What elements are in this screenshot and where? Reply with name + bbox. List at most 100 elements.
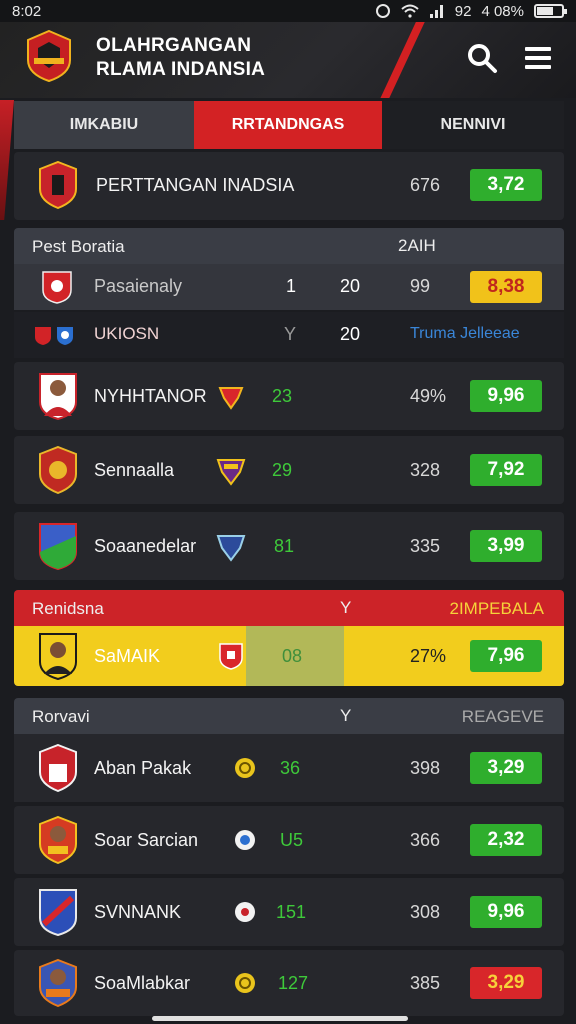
tab-2-active[interactable]: RRTANDNGAS xyxy=(194,101,382,149)
section-right-label: 2IMPEBALA xyxy=(449,599,545,618)
section-title: Renidsna xyxy=(32,599,104,618)
match-row[interactable]: SoaMlabkar 127 385 3,29 xyxy=(14,950,564,1016)
stat: 328 xyxy=(410,460,441,480)
team-crest-icon xyxy=(42,271,72,304)
stat: 308 xyxy=(410,902,441,922)
highlighted-match-row[interactable]: SaMAIK 08 27% 7,96 xyxy=(14,626,564,686)
match-row[interactable]: Aban Pakak 36 398 3,29 xyxy=(14,734,564,802)
team-crest-icon xyxy=(39,161,77,209)
score: 151 xyxy=(276,902,307,922)
team-name: Sennaalla xyxy=(94,460,175,480)
section-mid-label: Y xyxy=(340,598,352,617)
opponent-crest-icon xyxy=(218,387,244,410)
section-right-label: 2AIH xyxy=(398,236,436,255)
col-3: 99 xyxy=(410,276,431,296)
section-title: Rorvavi xyxy=(32,707,90,726)
header-stripe xyxy=(363,22,431,98)
league-row[interactable]: UKIOSN Y 20 Truma Jelleeae xyxy=(14,312,564,358)
section-right-label: REAGEVE xyxy=(461,707,544,726)
do-not-disturb-icon xyxy=(375,4,390,18)
score: 23 xyxy=(272,386,293,406)
globe-icon xyxy=(235,830,255,850)
wifi-icon xyxy=(401,4,419,18)
odds-button[interactable]: 7,92 xyxy=(470,454,542,486)
odds-button[interactable]: 3,29 xyxy=(470,752,542,784)
clock: 8:02 xyxy=(12,2,42,20)
match-row[interactable]: NYHHTANOR 23 49% 9,96 xyxy=(14,362,564,430)
player-avatar-icon xyxy=(39,633,77,680)
score: U5 xyxy=(280,830,304,850)
featured-match-row[interactable]: PERTTANGAN INADSIA 676 3,72 xyxy=(14,152,564,220)
app-logo-icon xyxy=(27,30,71,82)
flag-icon xyxy=(35,327,51,345)
tab-bar: IMKABIU RRTANDNGAS NENNIVI xyxy=(14,101,564,149)
status-bar: 8:02 92 4 08% xyxy=(0,0,576,22)
player-avatar-icon xyxy=(39,816,77,864)
match-row[interactable]: Soar Sarcian U5 366 2,32 xyxy=(14,806,564,874)
section-header-1: Pest Boratia 2AIH xyxy=(14,228,564,264)
match-row[interactable]: Sennaalla 29 328 7,92 xyxy=(14,436,564,504)
match-row[interactable]: SVNNANK 151 308 9,96 xyxy=(14,878,564,946)
app-title-line1: OLAHRGANGAN xyxy=(96,35,252,56)
signal-icon xyxy=(429,5,443,18)
team-crest-icon xyxy=(39,446,77,494)
stat: 398 xyxy=(410,758,441,778)
section-mid-label: Y xyxy=(340,706,352,725)
team-crest-icon xyxy=(39,744,77,792)
tab-3[interactable]: NENNIVI xyxy=(382,101,564,149)
opponent-crest-icon xyxy=(216,459,246,486)
odds-button[interactable]: 7,96 xyxy=(470,640,542,672)
opponent-crest-icon xyxy=(216,535,246,562)
coin-icon xyxy=(235,758,255,778)
opponent-crest-icon xyxy=(219,643,243,670)
section-header-2: Renidsna Y 2IMPEBALA xyxy=(14,590,564,626)
team-name: Soar Sarcian xyxy=(94,830,199,850)
flag-icon xyxy=(57,327,73,345)
team-name: PERTTANGAN INADSIA xyxy=(96,175,295,195)
team-name: SoaMlabkar xyxy=(94,973,191,993)
score: 08 xyxy=(282,646,303,666)
match-count: 676 xyxy=(410,175,441,195)
score: 29 xyxy=(272,460,293,480)
odds-button[interactable]: 3,99 xyxy=(470,530,542,562)
stat: 49% xyxy=(410,386,447,406)
home-indicator[interactable] xyxy=(152,1016,408,1021)
tab-1[interactable]: IMKABIU xyxy=(14,101,194,149)
league-extra: Truma Jelleeae xyxy=(410,325,520,342)
signal-text: 92 xyxy=(454,2,472,20)
league-name: UKIOSN xyxy=(94,324,160,343)
odds-button[interactable]: 9,96 xyxy=(470,380,542,412)
section-header-3: Rorvavi Y REAGEVE xyxy=(14,698,564,734)
team-name: NYHHTANOR xyxy=(94,386,207,406)
odds-button[interactable]: 9,96 xyxy=(470,896,542,928)
col-2: 20 xyxy=(340,324,361,344)
battery-text: 4 08% xyxy=(481,2,524,20)
app-title: OLAHRGANGAN RLAMA INDANSIA xyxy=(96,34,265,82)
team-name: Pasaienaly xyxy=(94,276,183,296)
col-1: 1 xyxy=(286,276,297,296)
menu-icon[interactable] xyxy=(522,42,554,74)
odds-button[interactable]: 3,29 xyxy=(470,967,542,999)
ball-icon xyxy=(235,902,255,922)
team-crest-icon xyxy=(39,523,77,570)
col-2: 20 xyxy=(340,276,361,296)
app-title-line2: RLAMA INDANSIA xyxy=(96,59,266,80)
section-title: Pest Boratia xyxy=(32,237,125,256)
score: 36 xyxy=(280,758,301,778)
team-name: SaMAIK xyxy=(94,646,161,666)
search-icon[interactable] xyxy=(466,42,498,74)
col-1: Y xyxy=(284,324,297,344)
score: 81 xyxy=(274,536,295,556)
stat: 385 xyxy=(410,973,441,993)
odds-button[interactable]: 2,32 xyxy=(470,824,542,856)
match-row[interactable]: Soaanedelar 81 335 3,99 xyxy=(14,512,564,580)
app-header: OLAHRGANGAN RLAMA INDANSIA xyxy=(0,22,576,98)
battery-icon xyxy=(534,4,567,18)
odds-button[interactable]: 3,72 xyxy=(470,169,542,201)
odds-button[interactable]: 8,38 xyxy=(470,271,542,303)
player-avatar-icon xyxy=(39,959,77,1007)
score: 127 xyxy=(278,973,309,993)
stat: 335 xyxy=(410,536,441,556)
stat: 366 xyxy=(410,830,441,850)
league-row[interactable]: Pasaienaly 1 20 99 8,38 xyxy=(14,264,564,310)
